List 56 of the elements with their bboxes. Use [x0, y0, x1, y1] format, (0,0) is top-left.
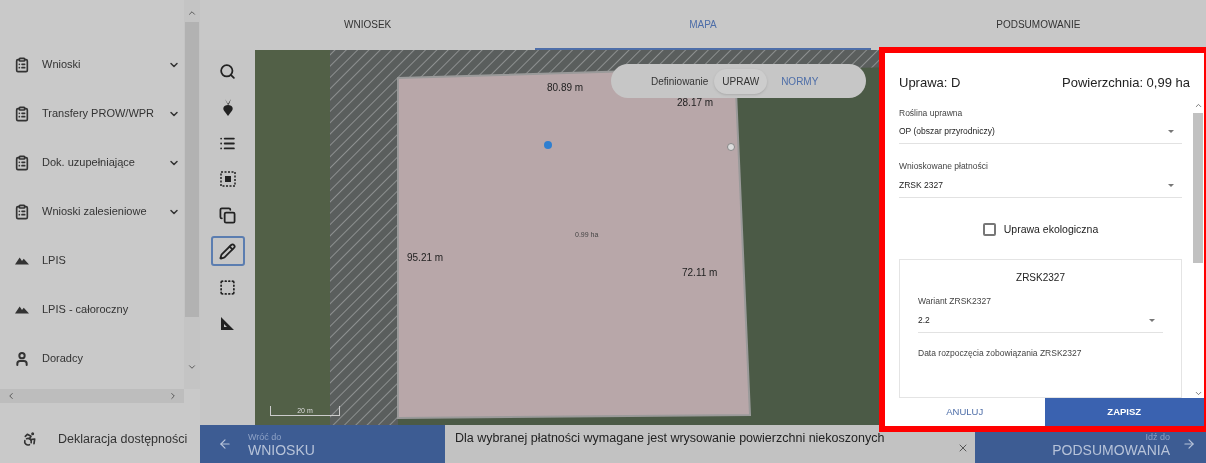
accessibility-icon — [22, 431, 38, 447]
save-button[interactable]: ZAPISZ — [1044, 398, 1204, 426]
select-field[interactable]: Wariant ZRSK2327 2.2 — [918, 295, 1163, 333]
scroll-up-icon — [187, 8, 197, 18]
select-area-icon — [219, 171, 236, 187]
toggle-label: Definiowanie — [651, 74, 709, 89]
sidebar-item[interactable]: Deklaracja dostępności — [0, 403, 200, 463]
clipboard-icon — [14, 56, 30, 73]
mountains-icon — [15, 256, 29, 265]
sidebar-item[interactable]: LPIS - całoroczny — [0, 285, 184, 334]
dropdown-caret-icon — [1168, 183, 1174, 187]
forward-label: PODSUMOWANIA — [1052, 444, 1170, 457]
close-icon[interactable] — [957, 442, 969, 454]
clipboard-icon — [14, 154, 30, 171]
back-caption: Wróć do — [248, 431, 283, 444]
dashed-square-icon — [219, 278, 236, 296]
dialog-title: Uprawa: D — [899, 74, 961, 92]
dropdown-caret-icon — [1168, 130, 1174, 134]
sidebar-item[interactable]: Wnioski — [0, 40, 184, 89]
scroll-down-icon — [1193, 389, 1203, 398]
back-label: WNIOSKU — [248, 444, 315, 457]
forward-caption: Idź do — [1145, 431, 1170, 444]
select-field[interactable]: Roślina uprawna OP (obszar przyrodniczy) — [899, 106, 1182, 144]
card-title: ZRSK2327 — [1015, 271, 1066, 286]
horizontal-scrollbar[interactable] — [0, 389, 184, 403]
sidebar-item[interactable]: Dok. uzupełniające — [0, 138, 184, 187]
search-icon — [219, 62, 236, 80]
back-button[interactable]: Wróć do WNIOSKU — [200, 425, 445, 463]
tab[interactable]: PODSUMOWANIE — [870, 0, 1206, 50]
arrow-left-icon — [218, 437, 232, 451]
pencil-icon — [219, 242, 236, 260]
scroll-down-icon — [187, 362, 197, 372]
field-label: Data rozpoczęcia zobowiązania ZRSK2327 — [918, 346, 1083, 360]
select-field[interactable]: Wnioskowane płatności ZRSK 2327 — [899, 160, 1182, 198]
person-icon — [14, 350, 30, 367]
clipboard-icon — [14, 105, 30, 122]
area-text: Powierzchnia: 0,99 ha — [1062, 74, 1190, 92]
toast-message: Dla wybranej płatności wymagane jest wrysowanie powierzchni niekoszonych — [455, 430, 886, 446]
copy-icon — [219, 206, 236, 224]
sidebar-item[interactable]: Doradcy — [0, 334, 184, 383]
tab[interactable]: WNIOSEK — [200, 0, 536, 50]
triangle-ruler-icon — [220, 315, 235, 331]
clipboard-icon — [14, 203, 30, 220]
mountains-icon — [15, 305, 29, 314]
scroll-right-icon — [168, 391, 178, 401]
checkbox[interactable] — [982, 222, 996, 236]
tool-button[interactable] — [210, 236, 245, 266]
scrollbar-thumb[interactable] — [1193, 112, 1203, 263]
sidebar-item[interactable]: LPIS — [0, 236, 184, 285]
scroll-left-icon — [6, 391, 16, 401]
dropdown-caret-icon — [1149, 318, 1155, 322]
toggle-option[interactable]: UPRAW — [714, 68, 768, 94]
sidebar-item[interactable]: Transfery PROW/WPR — [0, 89, 184, 138]
sidebar-item[interactable]: Wnioski zalesieniowe — [0, 187, 184, 236]
checkbox-label: Uprawa ekologiczna — [1003, 221, 1099, 237]
scrollbar[interactable] — [184, 0, 200, 389]
